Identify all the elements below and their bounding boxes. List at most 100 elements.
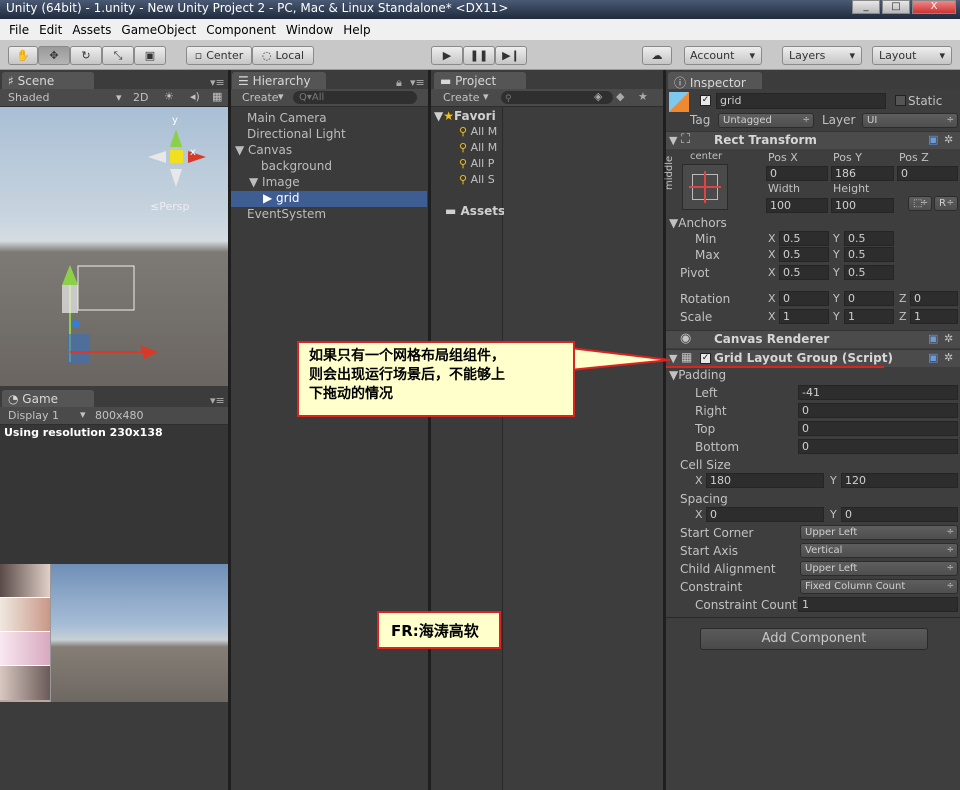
menu-file[interactable]: File: [4, 23, 34, 37]
filter-type-icon[interactable]: ◈: [594, 90, 602, 103]
move-tool-icon[interactable]: ✥: [38, 46, 70, 65]
game-view[interactable]: Using resolution 230x138: [0, 425, 228, 702]
rotation-y-field[interactable]: 0: [844, 291, 894, 306]
menu-window[interactable]: Window: [281, 23, 338, 37]
tab-hierarchy[interactable]: ☰ Hierarchy: [232, 72, 326, 90]
favorite-item[interactable]: ⚲ All P: [459, 157, 494, 170]
shaded-dropdown[interactable]: Shaded: [8, 91, 49, 104]
blueprint-mode-button[interactable]: ⬚: [908, 196, 932, 211]
anchors-foldout[interactable]: ▼Anchors: [669, 216, 727, 230]
constraint-count-field[interactable]: 1: [798, 597, 958, 612]
width-field[interactable]: 100: [766, 198, 828, 213]
posy-field[interactable]: 186: [831, 166, 894, 181]
menu-edit[interactable]: Edit: [34, 23, 67, 37]
padding-left-field[interactable]: -41: [798, 385, 958, 400]
tab-game[interactable]: ◔ Game: [2, 390, 94, 408]
cell-size-x-field[interactable]: 180: [706, 473, 824, 488]
padding-top-field[interactable]: 0: [798, 421, 958, 436]
cloud-icon[interactable]: ☁: [642, 46, 672, 65]
filter-label-icon[interactable]: ◆: [616, 90, 624, 103]
maximize-button[interactable]: □: [882, 0, 910, 14]
assets-folder[interactable]: ▬ Assets: [445, 204, 505, 218]
hierarchy-item-grid[interactable]: ▶ grid: [231, 191, 427, 207]
tab-project[interactable]: ▬ Project: [434, 72, 526, 90]
rotation-z-field[interactable]: 0: [910, 291, 958, 306]
expand-arrow-icon[interactable]: ▼: [235, 143, 248, 157]
hierarchy-item-eventsystem[interactable]: EventSystem: [231, 207, 427, 223]
lock-icon[interactable]: 🔒︎: [396, 76, 402, 90]
step-button[interactable]: ▶❙: [495, 46, 527, 65]
pivot-local-toggle[interactable]: ◌ Local: [252, 46, 314, 65]
spacing-x-field[interactable]: 0: [706, 507, 824, 522]
2d-toggle[interactable]: 2D: [133, 91, 148, 104]
layers-dropdown[interactable]: Layers ▾: [782, 46, 862, 65]
add-component-button[interactable]: Add Component: [700, 628, 928, 650]
padding-right-field[interactable]: 0: [798, 403, 958, 418]
layout-dropdown[interactable]: Layout ▾: [872, 46, 952, 65]
expand-arrow-icon[interactable]: ▼: [669, 134, 677, 147]
help-icon[interactable]: ▣: [928, 351, 938, 364]
menu-gameobject[interactable]: GameObject: [116, 23, 201, 37]
tab-inspector[interactable]: ⓘ Inspector: [668, 72, 762, 90]
scene-view[interactable]: x y ≤Persp: [0, 107, 228, 386]
posz-field[interactable]: 0: [897, 166, 958, 181]
expand-arrow-icon[interactable]: ▼: [249, 175, 262, 189]
start-corner-dropdown[interactable]: Upper Left: [800, 525, 958, 540]
account-dropdown[interactable]: Account ▾: [684, 46, 762, 65]
hierarchy-search-input[interactable]: Q▾All: [293, 91, 417, 104]
favorites-section[interactable]: ▼★Favori: [434, 109, 496, 123]
favorite-star-icon[interactable]: ★: [638, 90, 648, 103]
component-enabled-checkbox[interactable]: ✓: [700, 353, 711, 364]
pivot-x-field[interactable]: 0.5: [779, 265, 829, 280]
pane-menu-icon[interactable]: ▾≡: [410, 76, 425, 89]
hierarchy-item-main-camera[interactable]: Main Camera: [231, 111, 427, 127]
pane-menu-icon[interactable]: ▾≡: [210, 394, 225, 407]
scale-z-field[interactable]: 1: [910, 309, 958, 324]
scale-y-field[interactable]: 1: [844, 309, 894, 324]
favorite-item[interactable]: ⚲ All M: [459, 141, 497, 154]
resolution-dropdown[interactable]: 800x480: [95, 409, 144, 422]
layer-dropdown[interactable]: UI: [862, 113, 958, 128]
light-toggle-icon[interactable]: ☀: [164, 90, 174, 103]
active-checkbox[interactable]: ✓: [700, 95, 711, 106]
pause-button[interactable]: ❚❚: [463, 46, 495, 65]
scale-x-field[interactable]: 1: [779, 309, 829, 324]
pivot-y-field[interactable]: 0.5: [844, 265, 894, 280]
start-axis-dropdown[interactable]: Vertical: [800, 543, 958, 558]
rotate-tool-icon[interactable]: ↻: [70, 46, 102, 65]
anchor-max-x-field[interactable]: 0.5: [779, 247, 829, 262]
menu-component[interactable]: Component: [201, 23, 281, 37]
pivot-center-toggle[interactable]: ▫ Center: [186, 46, 252, 65]
project-create-button[interactable]: Create: [443, 91, 480, 104]
posx-field[interactable]: 0: [766, 166, 828, 181]
close-button[interactable]: X: [912, 0, 956, 14]
hierarchy-item-directional-light[interactable]: Directional Light: [231, 127, 427, 143]
persp-label[interactable]: ≤Persp: [150, 200, 189, 213]
height-field[interactable]: 100: [831, 198, 894, 213]
gear-icon[interactable]: ✲: [944, 133, 953, 146]
gear-icon[interactable]: ✲: [944, 332, 953, 345]
minimize-button[interactable]: _: [852, 0, 880, 14]
cell-size-y-field[interactable]: 120: [841, 473, 958, 488]
padding-bottom-field[interactable]: 0: [798, 439, 958, 454]
tag-dropdown[interactable]: Untagged: [718, 113, 814, 128]
spacing-y-field[interactable]: 0: [841, 507, 958, 522]
play-button[interactable]: ▶: [431, 46, 463, 65]
menu-help[interactable]: Help: [338, 23, 375, 37]
anchor-max-y-field[interactable]: 0.5: [844, 247, 894, 262]
gameobject-name-field[interactable]: grid: [716, 93, 886, 109]
menu-assets[interactable]: Assets: [67, 23, 116, 37]
hierarchy-create-button[interactable]: Create: [242, 91, 279, 104]
hierarchy-item-canvas[interactable]: ▼ Canvas: [231, 143, 427, 159]
anchor-min-y-field[interactable]: 0.5: [844, 231, 894, 246]
anchor-presets-button[interactable]: [682, 164, 728, 210]
scale-tool-icon[interactable]: ⤡: [102, 46, 134, 65]
constraint-dropdown[interactable]: Fixed Column Count: [800, 579, 958, 594]
anchor-min-x-field[interactable]: 0.5: [779, 231, 829, 246]
child-alignment-dropdown[interactable]: Upper Left: [800, 561, 958, 576]
hierarchy-item-background[interactable]: background: [231, 159, 427, 175]
rotation-x-field[interactable]: 0: [779, 291, 829, 306]
display-dropdown[interactable]: Display 1: [8, 409, 59, 422]
effects-toggle-icon[interactable]: ▦: [212, 90, 222, 103]
help-icon[interactable]: ▣: [928, 332, 938, 345]
